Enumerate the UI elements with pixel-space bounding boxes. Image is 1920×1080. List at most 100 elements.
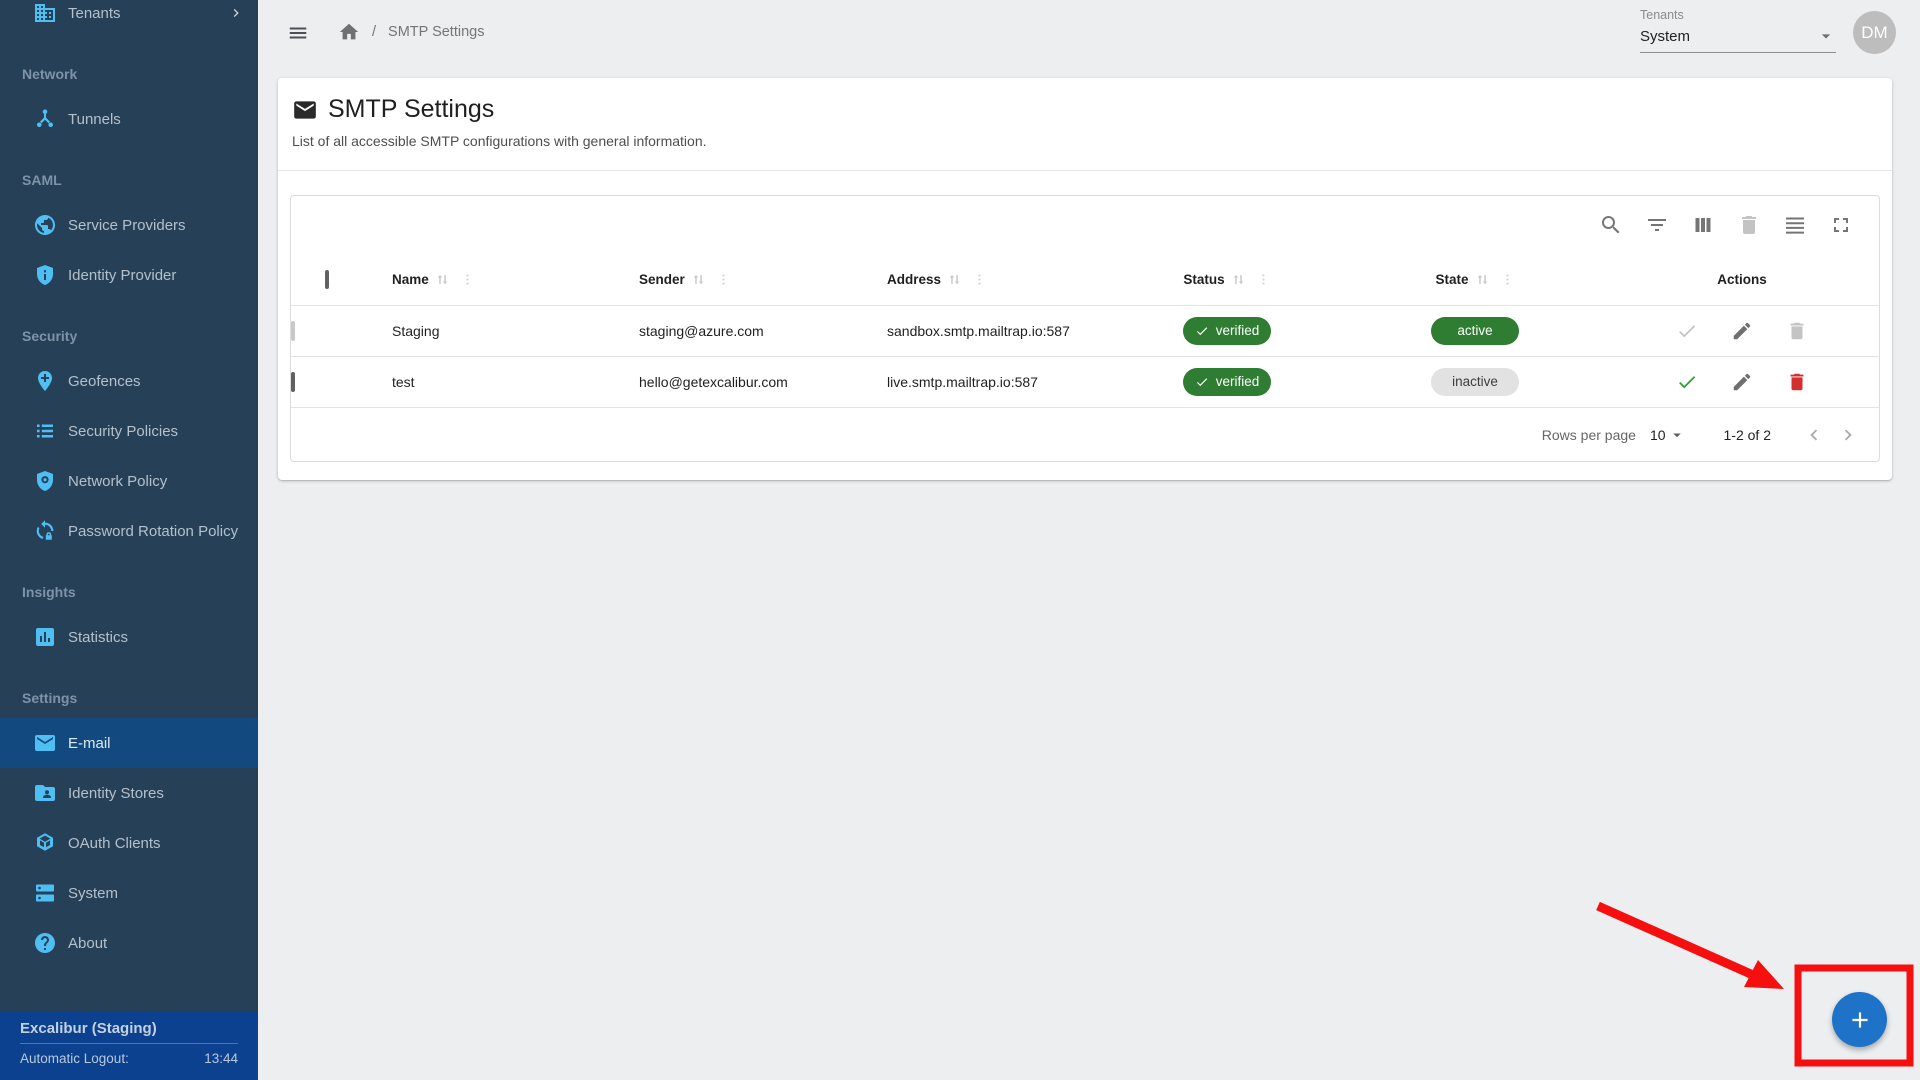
edit-button[interactable] [1731, 371, 1753, 393]
chevron-right-icon [1837, 424, 1859, 446]
dropdown-arrow-icon [1816, 26, 1836, 46]
fullscreen-icon[interactable] [1829, 213, 1853, 237]
breadcrumb-separator: / [372, 24, 376, 40]
sidebar-section-settings: Settings [0, 678, 258, 718]
card-header: SMTP Settings List of all accessible SMT… [278, 78, 1892, 171]
sidebar-nav: Tenants Network Tunnels SAML Service Pro… [0, 0, 258, 968]
delete-button[interactable] [1786, 371, 1808, 393]
mail-icon [292, 97, 318, 123]
cell-name: test [363, 356, 610, 407]
sidebar-section-saml: SAML [0, 160, 258, 200]
tenants-select-label: Tenants [1640, 8, 1836, 22]
sidebar-item-label: Geofences [68, 373, 141, 390]
sidebar-item-geofences[interactable]: Geofences [0, 356, 258, 406]
annotation-arrow-shaft [1598, 906, 1753, 975]
table-row: test hello@getexcalibur.com live.smtp.ma… [291, 356, 1880, 407]
sidebar-item-label: System [68, 885, 118, 902]
dropdown-arrow-icon [1668, 426, 1686, 444]
rows-per-page-select[interactable]: 10 [1650, 426, 1686, 444]
sidebar-footer: Excalibur (Staging) Automatic Logout: 13… [0, 1012, 258, 1080]
plus-icon [1847, 1007, 1873, 1033]
page-title: SMTP Settings [328, 95, 494, 124]
sidebar-item-system[interactable]: System [0, 868, 258, 918]
sidebar-item-password-rotation-policy[interactable]: Password Rotation Policy [0, 506, 258, 556]
sidebar-item-label: Tunnels [68, 111, 121, 128]
sidebar-item-statistics[interactable]: Statistics [0, 612, 258, 662]
chevron-right-icon [228, 5, 244, 21]
avatar-initials: DM [1861, 23, 1887, 43]
column-header-name[interactable]: Name [363, 254, 610, 305]
sidebar-item-tunnels[interactable]: Tunnels [0, 94, 258, 144]
delete-icon [1737, 213, 1761, 237]
sidebar-section-network: Network [0, 54, 258, 94]
home-icon[interactable] [338, 21, 360, 43]
sidebar-item-label: E-mail [68, 735, 111, 752]
status-badge: verified [1183, 317, 1272, 345]
globe-icon [32, 212, 58, 238]
filter-icon[interactable] [1645, 213, 1669, 237]
previous-page-button [1797, 418, 1831, 452]
sidebar-item-security-policies[interactable]: Security Policies [0, 406, 258, 456]
select-all-checkbox[interactable] [325, 270, 329, 289]
list-icon [32, 418, 58, 444]
column-header-state[interactable]: State [1347, 254, 1603, 305]
tenants-select[interactable]: Tenants System [1640, 8, 1836, 53]
geofence-pin-icon [32, 368, 58, 394]
sidebar-item-identity-provider[interactable]: Identity Provider [0, 250, 258, 300]
sort-icon[interactable] [435, 272, 450, 287]
edit-button[interactable] [1731, 320, 1753, 342]
column-header-address[interactable]: Address [858, 254, 1107, 305]
sidebar-item-about[interactable]: About [0, 918, 258, 968]
add-smtp-button[interactable] [1832, 992, 1887, 1047]
cell-sender: staging@azure.com [610, 305, 858, 356]
chevron-left-icon [1803, 424, 1825, 446]
sidebar-item-label: Tenants [68, 5, 121, 22]
sidebar-item-tenants[interactable]: Tenants [0, 0, 258, 38]
sidebar-item-label: Service Providers [68, 217, 186, 234]
app-name: Excalibur (Staging) [20, 1020, 238, 1037]
column-menu-icon[interactable] [1500, 272, 1515, 287]
help-icon [32, 930, 58, 956]
sort-icon[interactable] [691, 272, 706, 287]
password-rotation-icon [32, 518, 58, 544]
sort-icon[interactable] [1231, 272, 1246, 287]
sidebar-item-network-policy[interactable]: Network Policy [0, 456, 258, 506]
building-icon [32, 0, 58, 26]
system-icon [32, 880, 58, 906]
column-menu-icon[interactable] [1256, 272, 1271, 287]
column-menu-icon[interactable] [972, 272, 987, 287]
column-header-status[interactable]: Status [1107, 254, 1347, 305]
row-checkbox[interactable] [291, 372, 295, 392]
sidebar-item-oauth-clients[interactable]: OAuth Clients [0, 818, 258, 868]
tenants-select-value: System [1640, 28, 1690, 45]
sidebar-item-label: OAuth Clients [68, 835, 161, 852]
activate-button[interactable] [1676, 371, 1698, 393]
app-root: Tenants Network Tunnels SAML Service Pro… [0, 0, 1920, 1080]
activate-button [1676, 320, 1698, 342]
sidebar-item-identity-stores[interactable]: Identity Stores [0, 768, 258, 818]
sidebar-item-service-providers[interactable]: Service Providers [0, 200, 258, 250]
state-badge: active [1431, 317, 1519, 345]
smtp-table: Name Sender [291, 254, 1880, 408]
sort-icon[interactable] [1475, 272, 1490, 287]
table-toolbar [291, 196, 1879, 254]
column-header-sender[interactable]: Sender [610, 254, 858, 305]
check-icon [1195, 375, 1209, 389]
cell-address: live.smtp.mailtrap.io:587 [858, 356, 1107, 407]
sidebar-section-insights: Insights [0, 572, 258, 612]
menu-icon[interactable] [285, 22, 317, 46]
page-subtitle: List of all accessible SMTP configuratio… [292, 133, 1878, 149]
column-menu-icon[interactable] [460, 272, 475, 287]
sidebar-item-email[interactable]: E-mail [0, 718, 258, 768]
check-icon [1195, 324, 1209, 338]
tunnels-icon [32, 106, 58, 132]
columns-icon[interactable] [1691, 213, 1715, 237]
sidebar-item-label: Identity Stores [68, 785, 164, 802]
column-menu-icon[interactable] [716, 272, 731, 287]
logout-label: Automatic Logout: [20, 1051, 129, 1066]
avatar[interactable]: DM [1853, 11, 1896, 54]
pagination-range: 1-2 of 2 [1724, 427, 1771, 443]
sort-icon[interactable] [947, 272, 962, 287]
density-icon[interactable] [1783, 213, 1807, 237]
search-icon[interactable] [1599, 213, 1623, 237]
